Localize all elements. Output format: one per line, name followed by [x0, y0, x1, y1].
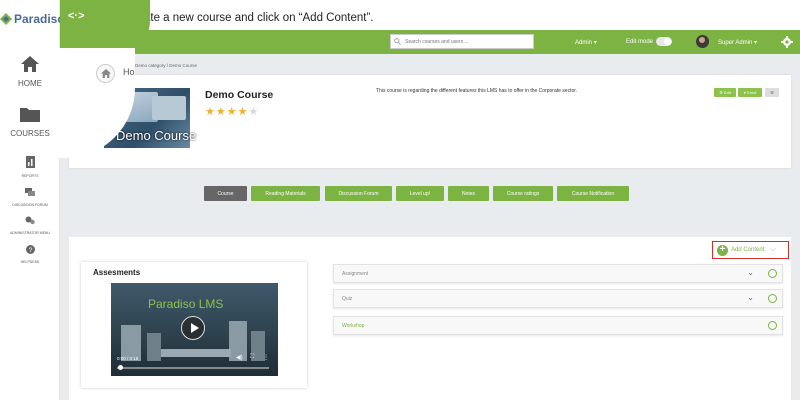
- plus-icon: +: [717, 244, 728, 256]
- course-rating: ★★★★★: [205, 105, 259, 118]
- search-icon: [394, 38, 401, 45]
- folder-icon: [20, 108, 40, 122]
- enrol-icon: ♥: [743, 90, 746, 95]
- help-icon: ?: [25, 245, 35, 254]
- sidebar-item-label: REPORTS: [21, 174, 39, 178]
- tab-course[interactable]: Course: [204, 186, 247, 201]
- edit-button[interactable]: ⚙ Edit: [714, 88, 736, 97]
- edit-mode-toggle[interactable]: [656, 37, 672, 46]
- tab-discussion-forum[interactable]: Discussion Forum: [325, 186, 392, 201]
- home-icon: [21, 56, 39, 72]
- section-quiz[interactable]: Quiz ⌄: [333, 289, 783, 308]
- completion-circle-icon: [768, 269, 777, 278]
- star-icon: ★: [226, 106, 238, 118]
- edit-icon: ⚙: [719, 90, 723, 95]
- completion-circle-icon: [768, 321, 777, 330]
- chevron-down-icon: ⌵: [770, 246, 776, 253]
- sidebar-item-label: HELPDESK: [20, 260, 40, 264]
- reports-icon: [25, 156, 35, 168]
- tab-level-up[interactable]: Level up!: [396, 186, 444, 201]
- course-description: This course is regarding the different f…: [376, 88, 578, 94]
- edit-button-label: Edit: [723, 90, 731, 95]
- video-title: Paradiso LMS: [148, 297, 224, 311]
- more-icon[interactable]: ⋮: [263, 354, 269, 361]
- sidebar-item-helpdesk[interactable]: ? HELPDESK: [0, 241, 60, 265]
- chevron-down-icon[interactable]: ⌄: [747, 293, 754, 302]
- chevron-down-icon[interactable]: ⌄: [747, 268, 754, 277]
- logo-text: Paradiso: [14, 12, 65, 26]
- edit-mode-label: Edit mode: [626, 39, 654, 45]
- sidebar-item-reports[interactable]: REPORTS: [0, 155, 60, 179]
- play-icon[interactable]: [181, 316, 205, 340]
- star-icon: ★: [215, 106, 227, 118]
- user-label: Super Admin: [718, 40, 753, 46]
- star-icon: ★: [248, 106, 260, 118]
- search-input[interactable]: [405, 38, 530, 45]
- section-assignment[interactable]: Assignment ⌄: [333, 264, 783, 283]
- breadcrumb-home-button[interactable]: [96, 64, 115, 83]
- course-image-text: Demo Course: [116, 128, 197, 143]
- sidebar-item-forum[interactable]: DISCUSSION FORUM: [0, 184, 60, 208]
- sidebar-item-label: COURSES: [10, 129, 50, 138]
- sidebar-item-label: ADMINISTRATOR MENU: [10, 231, 50, 235]
- completion-circle-icon: [768, 294, 777, 303]
- section-workshop[interactable]: Workshop: [333, 316, 783, 335]
- sidebar-item-home[interactable]: HOME: [0, 56, 60, 88]
- sidebar-item-label: DISCUSSION FORUM: [12, 203, 48, 207]
- chevron-down-icon: ▾: [593, 40, 597, 46]
- assessments-title: Assesments: [93, 268, 141, 277]
- video-progress-bar[interactable]: [117, 367, 269, 369]
- enrol-button-label: Enrol: [747, 90, 757, 95]
- sidebar-item-admin[interactable]: ADMINISTRATOR MENU: [0, 212, 60, 236]
- tab-course-ratings[interactable]: Course ratings: [493, 186, 553, 201]
- add-content-label: Add Content: [731, 247, 765, 253]
- add-content-button[interactable]: + Add Content ⌵: [712, 241, 789, 259]
- avatar[interactable]: [696, 35, 709, 48]
- sidebar-item-courses[interactable]: COURSES: [0, 106, 60, 138]
- svg-text:?: ?: [28, 247, 32, 254]
- sidebar: Paradiso HOME COURSES REPORTS DISCUSSION…: [0, 0, 65, 400]
- expand-icon[interactable]: <·>: [68, 10, 85, 22]
- video-time: 0:00 / 0:18: [117, 356, 139, 361]
- home-icon: [100, 69, 111, 78]
- tab-reading-materials[interactable]: Reading Materials: [251, 186, 320, 201]
- menu-button[interactable]: ☰: [765, 88, 779, 97]
- section-label: Assignment: [342, 271, 369, 277]
- user-dropdown[interactable]: Super Admin ▾: [718, 39, 757, 46]
- tab-course-notification[interactable]: Course Notification: [557, 186, 629, 201]
- chevron-down-icon: ▾: [754, 40, 758, 46]
- breadcrumb[interactable]: Demo category / Demo Course: [135, 63, 197, 68]
- section-label: Quiz: [342, 296, 353, 302]
- admin-dropdown[interactable]: Admin ▾: [575, 39, 597, 46]
- star-icon: ★: [205, 106, 216, 118]
- paradiso-logo[interactable]: Paradiso: [0, 12, 65, 26]
- gear-icon[interactable]: [781, 36, 793, 48]
- paradiso-logo-icon: [0, 13, 12, 25]
- volume-icon[interactable]: ◀): [236, 354, 243, 361]
- caption-text: create a new course and click on “Add Co…: [128, 12, 374, 24]
- search-box[interactable]: [390, 34, 534, 49]
- breadcrumb-home-label: Ho: [123, 67, 135, 77]
- fullscreen-icon[interactable]: ⛶: [250, 354, 254, 361]
- tab-notes[interactable]: Notes: [448, 186, 489, 201]
- menu-icon: ☰: [770, 90, 774, 95]
- course-title: Demo Course: [205, 89, 274, 101]
- enrol-button[interactable]: ♥ Enrol: [738, 88, 762, 97]
- section-label: Workshop: [342, 323, 365, 329]
- sidebar-item-label: HOME: [18, 79, 42, 88]
- admin-label: Admin: [575, 40, 593, 46]
- admin-icon: [25, 216, 35, 225]
- forum-icon: [25, 188, 35, 196]
- video-progress-handle[interactable]: [118, 365, 123, 370]
- star-icon: ★: [237, 106, 249, 118]
